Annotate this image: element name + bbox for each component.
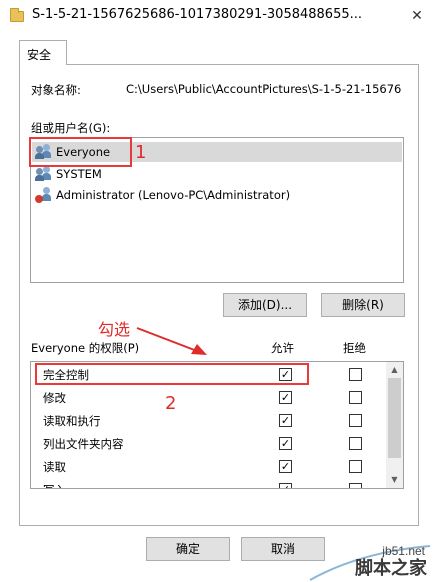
deny-column-header: 拒绝 <box>343 341 366 355</box>
highlight-box-full-control <box>35 363 309 385</box>
close-button[interactable]: ✕ <box>407 6 427 26</box>
group-item-administrator[interactable]: Administrator (Lenovo-PC\Administrator) <box>35 185 290 205</box>
scrollbar-thumb[interactable] <box>388 378 401 458</box>
annotation-arrow-icon <box>136 327 207 355</box>
watermark: jb51.net 脚本之家 <box>300 542 435 582</box>
deny-checkbox[interactable] <box>349 483 362 488</box>
deny-checkbox[interactable] <box>349 460 362 473</box>
permission-name: 读取 <box>43 460 66 474</box>
allow-checkbox[interactable]: ✓ <box>279 437 292 450</box>
allow-checkbox[interactable]: ✓ <box>279 460 292 473</box>
annotation-check-hint: 勾选 <box>98 320 131 339</box>
group-item-label: SYSTEM <box>56 167 102 181</box>
groups-label: 组或用户名(G): <box>31 121 111 135</box>
permission-row: 读取和执行 ✓ <box>31 409 386 432</box>
scroll-up-icon[interactable]: ▲ <box>386 363 403 377</box>
permission-row: 列出文件夹内容 ✓ <box>31 432 386 455</box>
deny-checkbox[interactable] <box>349 391 362 404</box>
permissions-label: Everyone 的权限(P) <box>31 341 140 355</box>
scroll-down-icon[interactable]: ▼ <box>386 473 403 487</box>
permission-name: 读取和执行 <box>43 414 101 428</box>
highlight-box-everyone <box>29 137 132 167</box>
title-bar: S-1-5-21-1567625686-1017380291-305848865… <box>0 0 435 32</box>
object-name-label: 对象名称: <box>31 83 81 97</box>
annotation-step2: 2 <box>165 393 177 414</box>
users-icon <box>35 166 53 182</box>
folder-icon <box>10 8 24 22</box>
watermark-name: 脚本之家 <box>355 558 427 579</box>
allow-checkbox[interactable]: ✓ <box>279 414 292 427</box>
admin-user-icon <box>35 187 53 203</box>
permission-row: 读取 ✓ <box>31 455 386 478</box>
allow-column-header: 允许 <box>271 341 294 355</box>
permission-name: 修改 <box>43 391 66 405</box>
remove-button[interactable]: 删除(R) <box>321 293 405 317</box>
deny-checkbox[interactable] <box>349 437 362 450</box>
annotation-step1: 1 <box>135 142 147 163</box>
object-name-value: C:\Users\Public\AccountPictures\S-1-5-21… <box>126 82 402 96</box>
permission-name: 列出文件夹内容 <box>43 437 124 451</box>
add-button[interactable]: 添加(D)... <box>223 293 307 317</box>
permissions-scrollbar[interactable]: ▲ ▼ <box>386 362 403 488</box>
permission-name: 写入 <box>43 482 66 488</box>
allow-checkbox[interactable]: ✓ <box>279 483 292 488</box>
group-item-label: Administrator (Lenovo-PC\Administrator) <box>56 188 291 202</box>
permission-row: 写入 ✓ <box>31 478 386 488</box>
deny-checkbox[interactable] <box>349 414 362 427</box>
deny-checkbox[interactable] <box>349 368 362 381</box>
tab-security[interactable]: 安全 <box>19 40 67 65</box>
window-title: S-1-5-21-1567625686-1017380291-305848865… <box>32 7 363 22</box>
allow-checkbox[interactable]: ✓ <box>279 391 292 404</box>
ok-button[interactable]: 确定 <box>146 537 230 561</box>
permission-row: 修改 ✓ <box>31 386 386 409</box>
group-item-system[interactable]: SYSTEM <box>35 164 102 184</box>
